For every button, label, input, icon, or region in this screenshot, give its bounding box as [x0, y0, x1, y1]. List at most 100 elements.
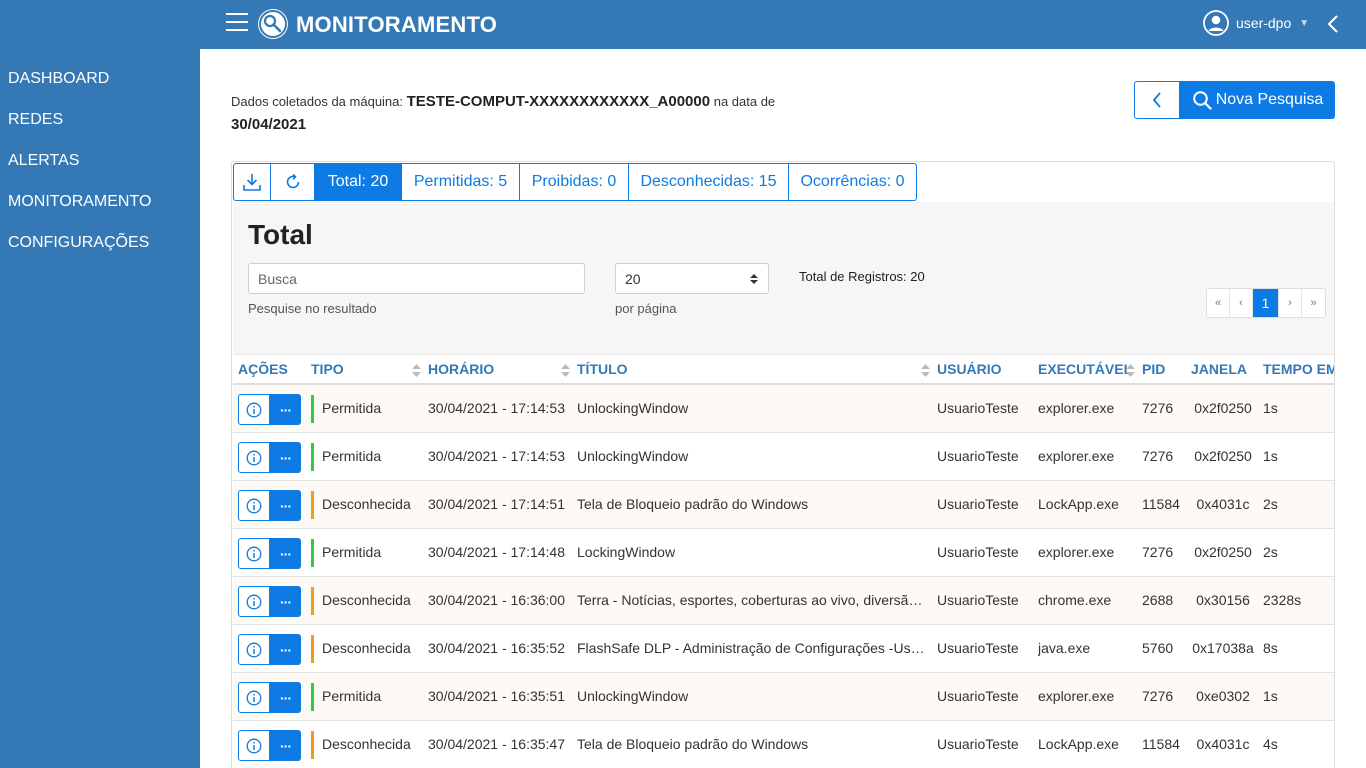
cell-tempo: 4s: [1263, 736, 1278, 752]
info-button[interactable]: [238, 490, 270, 521]
ellipsis-icon: ···: [280, 737, 292, 754]
cell-usuario: UsuarioTeste: [937, 448, 1019, 464]
sort-icon[interactable]: [412, 364, 421, 377]
type-indicator: [311, 635, 314, 663]
row-actions: ···: [238, 442, 301, 473]
new-search-button[interactable]: Nova Pesquisa: [1180, 81, 1335, 119]
cell-tempo: 1s: [1263, 448, 1278, 464]
info-button[interactable]: [238, 682, 270, 713]
info-button[interactable]: [238, 442, 270, 473]
ellipsis-icon: ···: [280, 497, 292, 514]
current-page-button[interactable]: 1: [1253, 289, 1279, 317]
download-button[interactable]: [233, 163, 271, 201]
cell-pid: 7276: [1142, 400, 1174, 416]
cell-titulo: UnlockingWindow: [577, 400, 689, 416]
results-panel: Total: 20 Permitidas: 5 Proibidas: 0 Des…: [231, 161, 1335, 768]
column-executavel[interactable]: EXECUTÁVEL: [1038, 361, 1132, 377]
cell-janela: 0x2f0250: [1194, 400, 1252, 416]
per-page-select[interactable]: 20: [615, 263, 769, 294]
prev-page-button[interactable]: ‹: [1230, 289, 1253, 317]
cell-horario: 30/04/2021 - 16:35:52: [428, 640, 566, 656]
cell-horario: 30/04/2021 - 16:35:51: [428, 688, 566, 704]
more-button[interactable]: ···: [270, 730, 301, 761]
search-icon: [1192, 91, 1212, 110]
row-actions: ···: [238, 730, 301, 761]
type-indicator: [311, 395, 314, 423]
cell-tipo: Desconhecida: [322, 496, 411, 512]
sidebar-item-alertas[interactable]: ALERTAS: [8, 152, 79, 170]
table-row: ··· Permitida 30/04/2021 - 17:14:53 Unlocki…: [233, 385, 1334, 433]
info-icon: [246, 498, 262, 513]
column-tipo[interactable]: TIPO: [311, 361, 344, 377]
row-actions: ···: [238, 682, 301, 713]
search-input[interactable]: [248, 263, 585, 294]
info-button[interactable]: [238, 730, 270, 761]
row-actions: ···: [238, 586, 301, 617]
column-horario[interactable]: HORÁRIO: [428, 361, 494, 377]
column-pid[interactable]: PID: [1142, 361, 1165, 377]
type-indicator: [311, 683, 314, 711]
sort-select-icon: [750, 273, 758, 284]
new-search-label: Nova Pesquisa: [1215, 91, 1324, 108]
cell-tipo: Desconhecida: [322, 736, 411, 752]
cell-horario: 30/04/2021 - 17:14:48: [428, 544, 566, 560]
tab-total[interactable]: Total: 20: [315, 163, 402, 201]
more-button[interactable]: ···: [270, 442, 301, 473]
ellipsis-icon: ···: [280, 641, 292, 658]
refresh-button[interactable]: [271, 163, 315, 201]
more-button[interactable]: ···: [270, 538, 301, 569]
search-help: Pesquise no resultado: [248, 301, 377, 316]
top-bar: MONITORAMENTO user-dpo ▼: [0, 0, 1366, 49]
tab-ocorrencias[interactable]: Ocorrências: 0: [789, 163, 917, 201]
first-page-button[interactable]: «: [1207, 289, 1230, 317]
last-page-button[interactable]: »: [1302, 289, 1325, 317]
table-row: ··· Desconhecida 30/04/2021 - 16:35:52 Flas…: [233, 625, 1334, 673]
info-button[interactable]: [238, 538, 270, 569]
column-acoes: AÇÕES: [238, 361, 288, 377]
row-actions: ···: [238, 394, 301, 425]
more-button[interactable]: ···: [270, 634, 301, 665]
cell-tipo: Desconhecida: [322, 592, 411, 608]
tab-desconhecidas[interactable]: Desconhecidas: 15: [629, 163, 789, 201]
next-page-button[interactable]: ›: [1279, 289, 1302, 317]
more-button[interactable]: ···: [270, 394, 301, 425]
tab-proibidas[interactable]: Proibidas: 0: [520, 163, 629, 201]
cell-usuario: UsuarioTeste: [937, 688, 1019, 704]
column-tempo[interactable]: TEMPO EM: [1263, 361, 1334, 377]
chevron-left-icon[interactable]: [1326, 12, 1340, 36]
info-button[interactable]: [238, 394, 270, 425]
sidebar-item-dashboard[interactable]: DASHBOARD: [8, 70, 109, 88]
more-button[interactable]: ···: [270, 682, 301, 713]
cell-executavel: LockApp.exe: [1038, 496, 1119, 512]
cell-executavel: explorer.exe: [1038, 688, 1115, 704]
column-titulo[interactable]: TÍTULO: [577, 361, 628, 377]
cell-titulo: Terra - Notícias, esportes, coberturas a…: [577, 592, 929, 608]
more-button[interactable]: ···: [270, 586, 301, 617]
sidebar-item-redes[interactable]: REDES: [8, 111, 63, 129]
type-indicator: [311, 587, 314, 615]
user-name: user-dpo: [1236, 15, 1292, 31]
info-icon: [246, 594, 262, 609]
user-menu[interactable]: user-dpo ▼: [1203, 10, 1309, 36]
sort-icon[interactable]: [561, 364, 570, 377]
more-button[interactable]: ···: [270, 490, 301, 521]
info-button[interactable]: [238, 634, 270, 665]
cell-usuario: UsuarioTeste: [937, 640, 1019, 656]
cell-janela: 0x2f0250: [1194, 544, 1252, 560]
menu-icon[interactable]: [226, 13, 248, 32]
logo-icon: [258, 9, 288, 39]
tab-permitidas[interactable]: Permitidas: 5: [402, 163, 520, 201]
sidebar-item-monitoramento[interactable]: MONITORAMENTO: [8, 193, 151, 211]
sort-icon[interactable]: [921, 364, 930, 377]
info-button[interactable]: [238, 586, 270, 617]
cell-usuario: UsuarioTeste: [937, 736, 1019, 752]
cell-executavel: explorer.exe: [1038, 448, 1115, 464]
column-usuario[interactable]: USUÁRIO: [937, 361, 1002, 377]
back-button[interactable]: [1134, 81, 1180, 119]
filter-area: Total Pesquise no resultado 20 por págin…: [233, 202, 1334, 355]
column-janela[interactable]: JANELA: [1191, 361, 1247, 377]
refresh-icon: [286, 173, 299, 189]
sidebar-item-configuracoes[interactable]: CONFIGURAÇÕES: [8, 234, 149, 252]
info-icon: [246, 738, 262, 753]
sort-icon[interactable]: [1126, 364, 1135, 377]
